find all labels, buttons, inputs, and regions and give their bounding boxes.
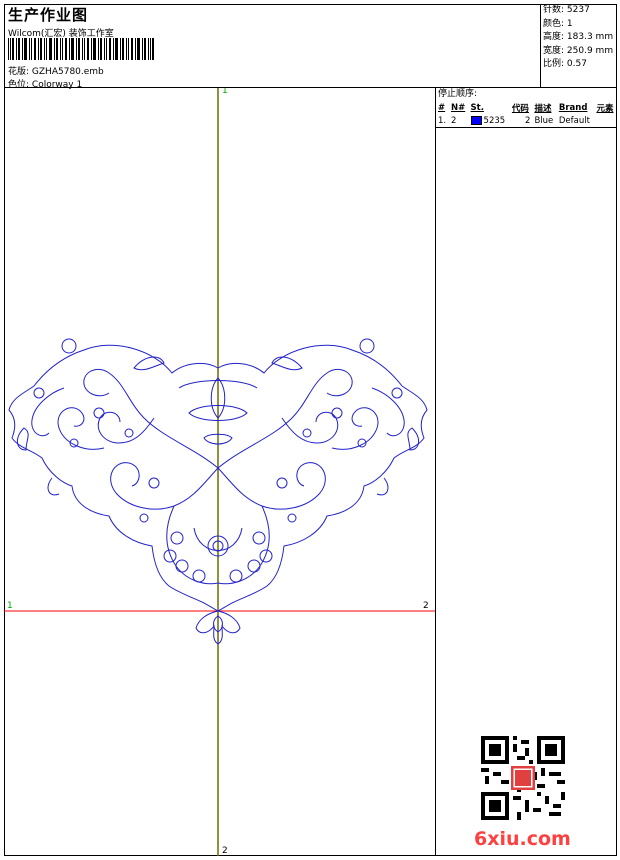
- stat-label: 比例:: [543, 59, 565, 69]
- page-title: 生产作业图: [8, 6, 89, 24]
- stat-value: 0.57: [566, 59, 587, 69]
- stats-panel: 针数: 5237 颜色: 1 高度: 183.3 mm 宽度: 250.9 mm…: [540, 4, 617, 88]
- col-stitches: St.: [470, 102, 484, 113]
- axis-label-v-bottom: 2: [222, 846, 228, 856]
- stat-scale: 比例: 0.57: [541, 58, 617, 72]
- cell-code: 2: [525, 115, 531, 126]
- col-code: 代码: [511, 103, 529, 114]
- stat-label: 针数:: [543, 5, 565, 15]
- col-needle: N#: [450, 102, 466, 113]
- stat-label: 颜色:: [543, 18, 565, 29]
- axis-label-v-top: 1: [222, 88, 228, 96]
- cell-element: [594, 114, 617, 127]
- col-description: 描述: [534, 103, 552, 114]
- stat-colors: 颜色: 1: [541, 18, 617, 32]
- qr-code: [481, 736, 565, 820]
- stop-sequence-table: # N# St. 代码 描述 Brand 元素 1. 2 5235 2 Blue…: [436, 101, 617, 127]
- col-brand: Brand: [558, 102, 588, 113]
- stat-label: 宽度:: [543, 45, 565, 56]
- design-canvas: 1 2 1 2: [4, 88, 436, 856]
- table-row: 1. 2 5235 2 Blue Default: [436, 114, 617, 127]
- stat-label: 高度:: [543, 32, 565, 42]
- design-file: 花版: GZHA5780.emb: [8, 64, 104, 77]
- cell-stitches-value: 5235: [483, 115, 506, 126]
- stop-sequence-panel: 停止顺序: # N# St. 代码 描述 Brand 元素 1. 2 5235: [436, 88, 617, 856]
- stat-width: 宽度: 250.9 mm: [541, 45, 617, 59]
- stat-value: 1: [566, 18, 573, 29]
- header-panel: 生产作业图 Wilcom(汇宏) 装饰工作室 花版: GZHA5780.emb …: [4, 4, 617, 90]
- design-file-value: GZHA5780.emb: [31, 67, 104, 77]
- stop-sequence-table-wrap: # N# St. 代码 描述 Brand 元素 1. 2 5235 2 Blue…: [436, 101, 617, 128]
- color-swatch: [470, 115, 482, 125]
- axis-label-h-right: 2: [423, 601, 429, 611]
- stop-sequence-title: 停止顺序:: [438, 89, 478, 99]
- col-element: 元素: [596, 103, 614, 114]
- stat-value: 5237: [566, 5, 590, 15]
- design-file-label: 花版:: [8, 67, 30, 77]
- axis-label-h-left: 1: [7, 601, 13, 611]
- cell-brand: Default: [558, 115, 590, 126]
- cell-stitches: 5235: [469, 114, 510, 127]
- stat-value: 183.3 mm: [566, 32, 614, 42]
- embroidery-design: [4, 88, 435, 856]
- cell-needle: 2: [450, 115, 457, 126]
- watermark-text: 6xiu.com: [474, 828, 571, 850]
- table-header-row: # N# St. 代码 描述 Brand 元素: [436, 101, 617, 114]
- cell-description: Blue: [534, 115, 554, 126]
- stat-height: 高度: 183.3 mm: [541, 31, 617, 45]
- col-index: #: [438, 102, 446, 113]
- stat-value: 250.9 mm: [566, 45, 614, 56]
- stat-stitches: 针数: 5237: [541, 4, 617, 18]
- cell-index: 1.: [438, 115, 447, 126]
- barcode: [8, 38, 154, 60]
